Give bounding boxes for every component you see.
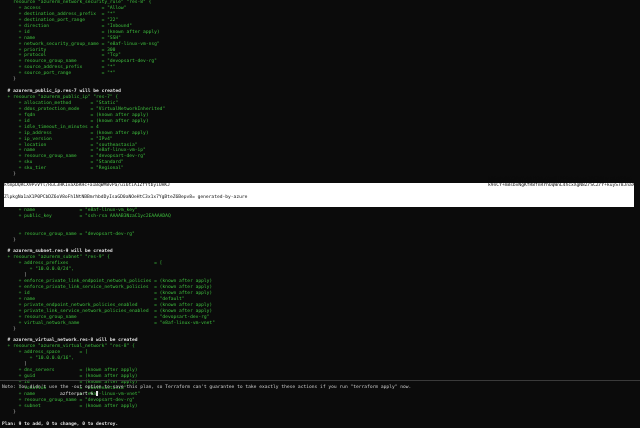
shell-prompt[interactable]: azfterpart % xyxy=(60,391,98,398)
terminal-divider xyxy=(0,380,640,381)
public-key-fragment-3: k9nCY+m8sbvNgKfR8fnRYhOqWnL4hcxXgN8ZrSCZ… xyxy=(488,183,635,188)
prompt-text: azfterpart % xyxy=(60,392,96,397)
cursor-icon xyxy=(95,391,98,396)
terminal-window[interactable]: resource "azurerm_network_security_rule"… xyxy=(0,0,640,427)
public-key-fragment-1: ktmpDQRCX9PvVYl/RuC3HK1vaXbRHc+a1BqWM8vP… xyxy=(4,183,170,188)
public-key-highlight-1: ktmpDQRCX9PvVYl/RuC3HK1vaXbRHc+a1BqWM8vP… xyxy=(4,177,635,195)
public-key-highlight-2: ZlpkgNa1aX1P0PCbDZ6oV8oFh1NtNBBmrhbdDyIs… xyxy=(4,195,634,207)
terminal-line: Plan: 9 to add, 0 to change, 0 to destro… xyxy=(2,421,119,427)
terminal-output: resource "azurerm_network_security_rule"… xyxy=(2,0,638,428)
public-key-fragment-4: ZlpkgNa1aX1P0PCbDZ6oV8oFh1NtNBBmrhbdDyIs… xyxy=(4,195,248,200)
